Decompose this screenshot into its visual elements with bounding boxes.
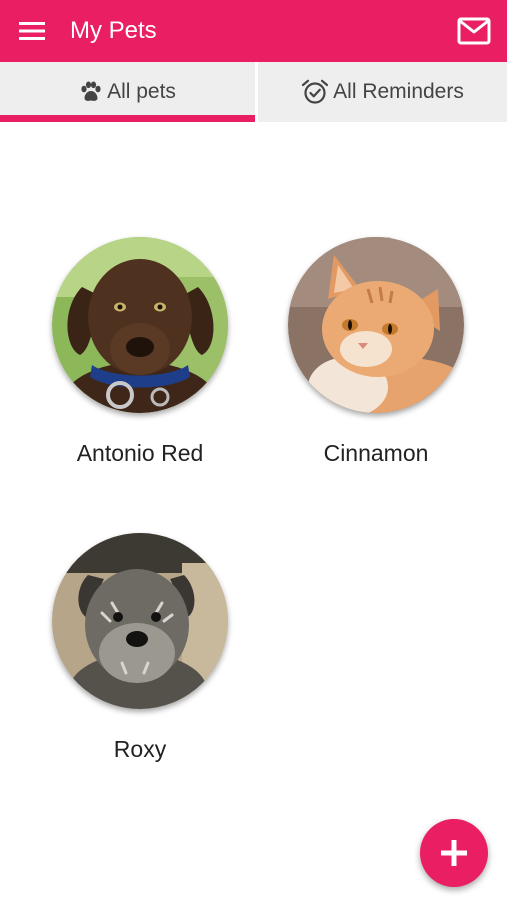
tab-all-pets[interactable]: All pets [0, 62, 255, 122]
tab-all-reminders[interactable]: All Reminders [258, 62, 507, 122]
pet-card-roxy[interactable]: Roxy [25, 533, 255, 763]
pet-name: Cinnamon [323, 440, 429, 466]
mail-envelope-icon [457, 17, 491, 45]
hamburger-menu-icon [19, 22, 45, 40]
app-bar: My Pets [0, 0, 507, 62]
selected-tab-indicator [0, 115, 255, 122]
tab-all-reminders-label: All Reminders [333, 80, 464, 103]
plus-icon [441, 840, 467, 866]
pet-photo-cinnamon[interactable] [288, 237, 464, 413]
pet-name: Roxy [113, 736, 167, 762]
pet-photo-roxy[interactable] [52, 533, 228, 709]
pet-name: Antonio Red [76, 440, 204, 466]
alarm-clock-icon [301, 79, 329, 105]
pet-photo-antonio-red[interactable] [52, 237, 228, 413]
paw-icon [79, 81, 103, 103]
add-pet-button[interactable] [420, 819, 488, 887]
my-pets-screen: My Pets All pets All Reminders Antonio R… [0, 0, 507, 900]
page-title: My Pets [70, 17, 157, 44]
pet-card-cinnamon[interactable]: Cinnamon [261, 237, 491, 467]
menu-button[interactable] [10, 10, 54, 52]
tab-bar: All pets All Reminders [0, 62, 507, 122]
tab-all-pets-label: All pets [107, 80, 176, 103]
pet-card-antonio-red[interactable]: Antonio Red [25, 237, 255, 467]
mail-button[interactable] [451, 10, 497, 52]
